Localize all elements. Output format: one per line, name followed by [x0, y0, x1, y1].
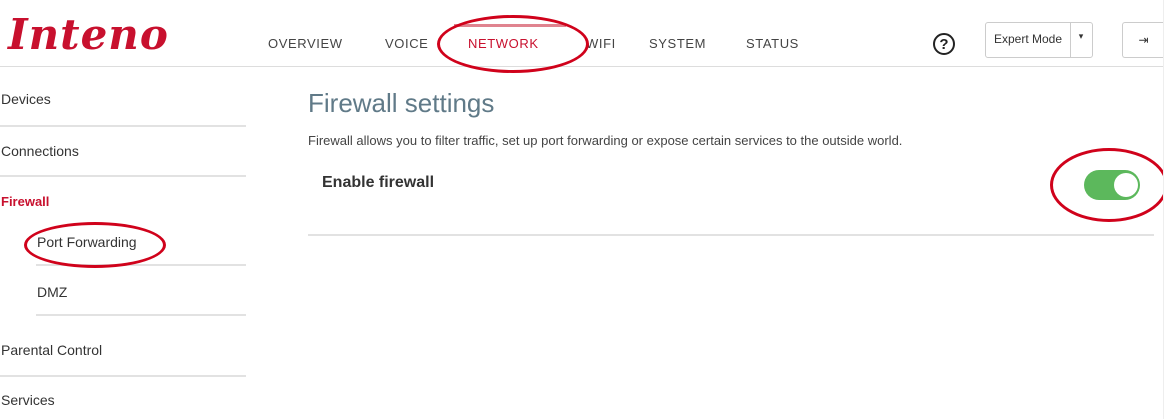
- enable-firewall-toggle[interactable]: [1084, 170, 1140, 200]
- sidebar-item-connections[interactable]: Connections: [1, 143, 79, 159]
- sidebar-divider: [0, 375, 246, 377]
- top-header: Inteno OVERVIEW VOICE NETWORK WIFI SYSTE…: [0, 0, 1164, 67]
- sidebar-item-devices[interactable]: Devices: [1, 91, 51, 107]
- sidebar-item-firewall[interactable]: Firewall: [1, 194, 49, 209]
- sidebar-divider: [36, 314, 246, 316]
- mode-select[interactable]: Expert Mode ▾: [985, 22, 1093, 58]
- sidebar-item-services[interactable]: Services: [1, 392, 55, 408]
- inteno-logo: Inteno: [8, 10, 169, 59]
- nav-item-voice[interactable]: VOICE: [385, 36, 428, 51]
- nav-item-network[interactable]: NETWORK: [468, 36, 539, 51]
- nav-item-system[interactable]: SYSTEM: [649, 36, 706, 51]
- content-divider: [308, 234, 1154, 236]
- nav-item-status[interactable]: STATUS: [746, 36, 799, 51]
- page-description: Firewall allows you to filter traffic, s…: [308, 133, 903, 148]
- sidebar-divider: [36, 264, 246, 266]
- page-title: Firewall settings: [308, 88, 495, 118]
- toggle-knob: [1114, 173, 1138, 197]
- nav-active-indicator: [454, 24, 566, 27]
- sidebar-item-dmz[interactable]: DMZ: [37, 284, 67, 300]
- enable-firewall-label: Enable firewall: [322, 174, 435, 191]
- mode-select-value: Expert Mode: [993, 32, 1063, 46]
- nav-item-overview[interactable]: OVERVIEW: [268, 36, 343, 51]
- sidebar-divider: [0, 125, 246, 127]
- sidebar-item-parental-control[interactable]: Parental Control: [1, 342, 102, 358]
- sidebar-item-port-forwarding[interactable]: Port Forwarding: [37, 234, 137, 250]
- question-circle-icon[interactable]: ?: [933, 33, 955, 55]
- router-admin-page: Inteno OVERVIEW VOICE NETWORK WIFI SYSTE…: [0, 0, 1164, 419]
- nav-item-wifi[interactable]: WIFI: [586, 36, 616, 51]
- caret-down-icon[interactable]: ▾: [1070, 31, 1092, 42]
- sidebar-divider: [0, 175, 246, 177]
- sign-out-icon[interactable]: ⇥: [1122, 22, 1164, 58]
